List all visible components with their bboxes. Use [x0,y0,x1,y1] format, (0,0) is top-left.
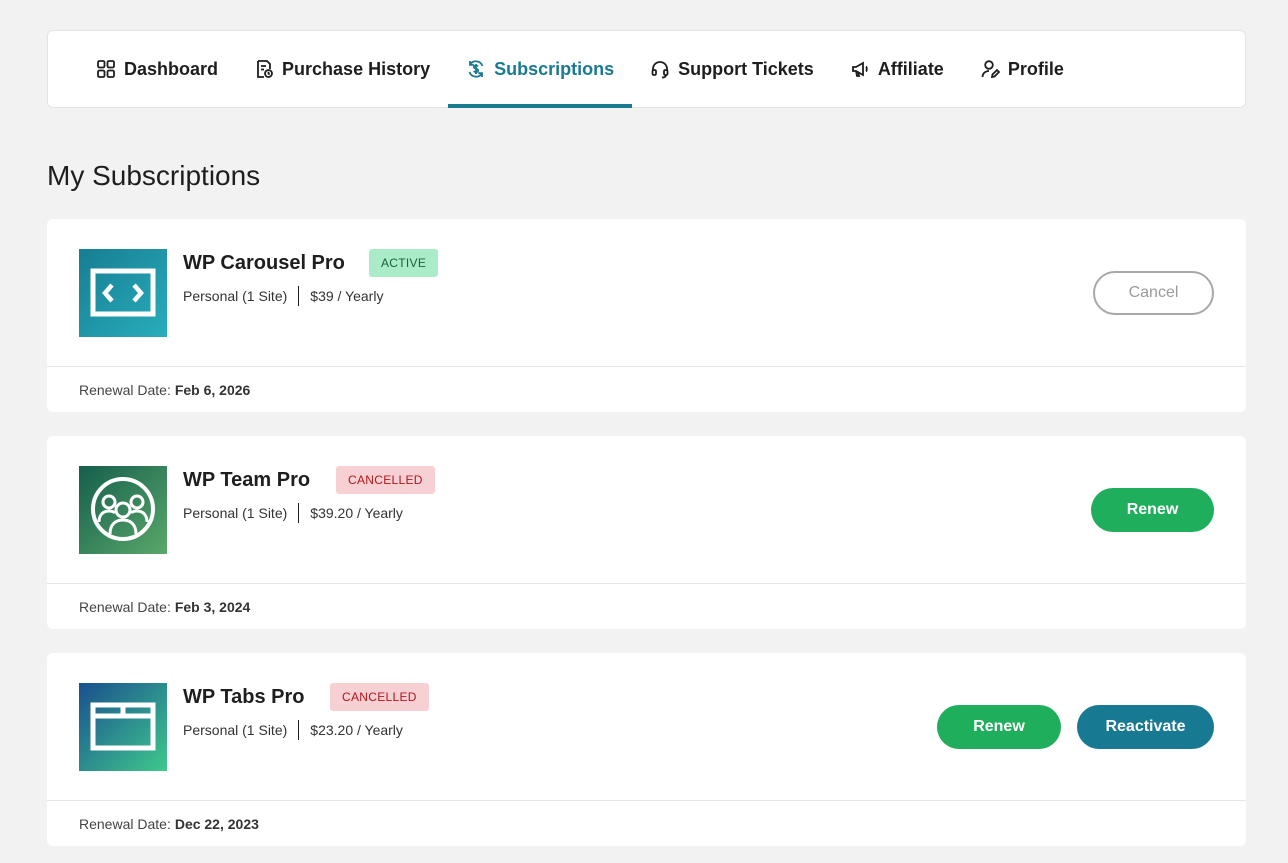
tab-label: Affiliate [877,58,944,79]
plan-meta: Personal (1 Site) $39 / Yearly [183,286,383,306]
account-nav: Dashboard Purchase History Subscriptions… [47,30,1246,108]
receipt-icon [254,59,274,79]
subscription-card: WP Carousel Pro ACTIVE Personal (1 Site)… [47,219,1246,412]
divider [298,720,300,740]
tab-affiliate[interactable]: Affiliate [832,31,962,107]
renewal-date: Feb 3, 2024 [174,598,251,615]
subscription-card: WP Team Pro CANCELLED Personal (1 Site) … [47,436,1246,629]
tab-purchase-history[interactable]: Purchase History [236,31,448,107]
divider [298,503,300,523]
price-label: $23.20 / Yearly [310,722,403,738]
product-name: WP Carousel Pro [183,252,345,274]
renewal-row: Renewal Date: Feb 3, 2024 [47,584,1246,629]
headset-icon [650,59,670,79]
tab-label: Support Tickets [678,58,814,79]
product-name: WP Team Pro [183,469,311,491]
refresh-dollar-icon [466,59,486,79]
status-badge: ACTIVE [369,249,439,277]
status-badge: CANCELLED [336,466,435,494]
tab-label: Purchase History [282,58,431,79]
tab-label: Profile [1007,58,1064,79]
megaphone-icon [850,59,870,79]
renewal-date: Dec 22, 2023 [174,815,259,832]
plan-label: Personal (1 Site) [183,288,288,304]
renewal-label: Renewal Date: [79,381,171,398]
subscription-card: WP Tabs Pro CANCELLED Personal (1 Site) … [47,653,1246,846]
renewal-label: Renewal Date: [79,598,171,615]
renewal-date: Feb 6, 2026 [174,381,251,398]
renewal-row: Renewal Date: Feb 6, 2026 [47,367,1246,412]
renewal-label: Renewal Date: [79,815,171,832]
carousel-icon [79,249,167,337]
user-edit-icon [980,59,1000,79]
product-name: WP Tabs Pro [183,686,305,708]
page-title: My Subscriptions [47,160,261,191]
plan-meta: Personal (1 Site) $23.20 / Yearly [183,720,403,740]
price-label: $39 / Yearly [310,288,384,304]
tab-profile[interactable]: Profile [962,31,1082,107]
plan-meta: Personal (1 Site) $39.20 / Yearly [183,503,403,523]
tabs-icon [79,683,167,771]
status-badge: CANCELLED [330,683,429,711]
grid-icon [96,59,116,79]
tab-dashboard[interactable]: Dashboard [78,31,236,107]
plan-label: Personal (1 Site) [183,505,288,521]
tab-label: Dashboard [124,58,219,79]
renew-button[interactable]: Renew [1091,488,1214,532]
plan-label: Personal (1 Site) [183,722,288,738]
team-icon [79,466,167,554]
divider [298,286,300,306]
tab-label: Subscriptions [494,58,615,79]
price-label: $39.20 / Yearly [310,505,403,521]
cancel-button[interactable]: Cancel [1093,271,1214,315]
tab-subscriptions[interactable]: Subscriptions [448,31,633,108]
renewal-row: Renewal Date: Dec 22, 2023 [47,801,1246,846]
tab-support-tickets[interactable]: Support Tickets [632,31,832,107]
renew-button[interactable]: Renew [937,705,1061,749]
reactivate-button[interactable]: Reactivate [1077,705,1214,749]
